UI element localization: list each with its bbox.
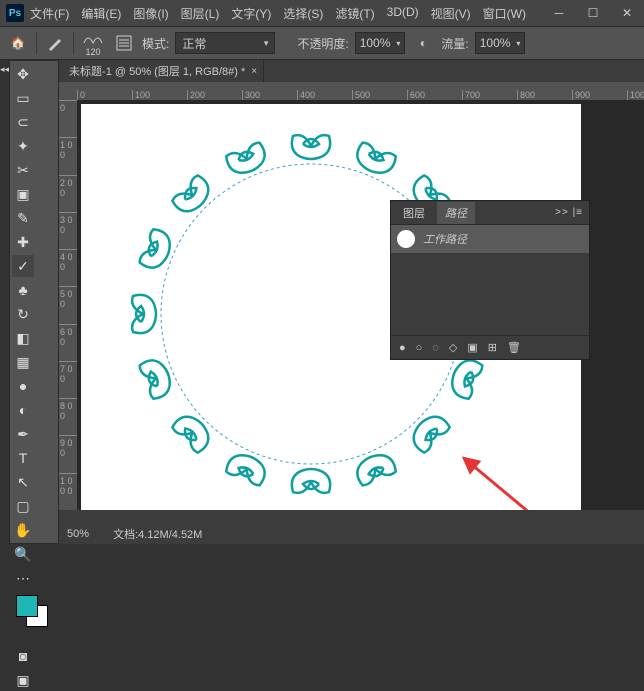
stroke-path-icon[interactable]: ○ — [416, 342, 423, 354]
flow-label: 流量: — [441, 35, 468, 52]
delete-path-icon[interactable]: 🗑 — [507, 341, 521, 354]
shape-tool[interactable]: ▢ — [12, 495, 34, 517]
fill-path-icon[interactable]: ● — [399, 342, 406, 354]
edit-toolbar[interactable]: ⋯ — [12, 567, 34, 589]
path-thumbnail — [397, 230, 415, 248]
lasso-tool[interactable]: ⊂ — [12, 111, 34, 133]
dodge-tool[interactable]: ◐ — [12, 399, 34, 421]
close-button[interactable]: ✕ — [610, 0, 644, 26]
type-tool[interactable]: T — [12, 447, 34, 469]
brush-size-label: 120 — [85, 47, 100, 57]
document-tab[interactable]: 未标题-1 @ 50% (图层 1, RGB/8#) * × — [63, 60, 264, 82]
flow-field[interactable]: 100% — [475, 32, 526, 54]
history-brush-tool[interactable]: ↻ — [12, 303, 34, 325]
zoom-tool[interactable]: 🔍 — [12, 543, 34, 565]
menu-file[interactable]: 文件(F) — [30, 5, 69, 22]
doc-info[interactable]: 文档:4.12M/4.52M — [113, 526, 202, 542]
layers-tab[interactable]: 图层 — [397, 202, 431, 224]
menu-image[interactable]: 图像(I) — [133, 5, 168, 22]
menu-view[interactable]: 视图(V) — [431, 5, 471, 22]
healing-tool[interactable]: ✚ — [12, 231, 34, 253]
gradient-tool[interactable]: ▦ — [12, 351, 34, 373]
quick-mask-toggle[interactable]: ◙ — [12, 645, 34, 667]
eraser-tool[interactable]: ◧ — [12, 327, 34, 349]
scrollbar-horizontal[interactable] — [59, 510, 644, 524]
menu-filter[interactable]: 滤镜(T) — [335, 5, 374, 22]
toolbox: ✥ ▭ ⊂ ✦ ✂ ▣ ✎ ✚ ✓ ♣ ↻ ◧ ▦ ● ◐ ✒ T ↖ ▢ ✋ … — [9, 60, 59, 544]
window-controls: ─ ☐ ✕ — [542, 0, 644, 26]
new-path-icon[interactable]: ⊞ — [488, 341, 497, 354]
ruler-horizontal[interactable]: 01002003004005006007008009001000 — [59, 82, 644, 100]
brush-tool[interactable]: ✓ — [12, 255, 34, 277]
mode-label: 模式: — [142, 35, 169, 52]
menu-3d[interactable]: 3D(D) — [387, 5, 419, 22]
left-dock-toggle[interactable]: ◂◂ — [0, 60, 9, 544]
path-to-selection-icon[interactable]: ◌ — [432, 342, 439, 354]
app-logo: Ps — [6, 4, 24, 22]
panel-menu-icon[interactable]: >> |≡ — [555, 207, 583, 218]
crop-tool[interactable]: ✂ — [12, 159, 34, 181]
add-mask-icon[interactable]: ▣ — [467, 341, 477, 354]
paths-tab[interactable]: 路径 — [437, 202, 475, 224]
stamp-tool[interactable]: ♣ — [12, 279, 34, 301]
main-menu: 文件(F) 编辑(E) 图像(I) 图层(L) 文字(Y) 选择(S) 滤镜(T… — [30, 5, 542, 22]
ruler-vertical[interactable]: 01 0 02 0 03 0 04 0 05 0 06 0 07 0 08 0 … — [59, 100, 77, 510]
move-tool[interactable]: ✥ — [12, 63, 34, 85]
hand-tool[interactable]: ✋ — [12, 519, 34, 541]
menu-window[interactable]: 窗口(W) — [483, 5, 526, 22]
eyedropper-tool[interactable]: ✎ — [12, 207, 34, 229]
home-icon[interactable]: 🏠 — [6, 31, 30, 55]
brush-preview[interactable]: 120 — [80, 29, 106, 57]
status-bar: 50% 文档:4.12M/4.52M — [59, 524, 644, 544]
zoom-level[interactable]: 50% — [67, 528, 89, 540]
screen-mode-toggle[interactable]: ▣ — [12, 669, 34, 691]
selection-to-path-icon[interactable]: ◇ — [449, 341, 457, 354]
menu-edit[interactable]: 编辑(E) — [81, 5, 121, 22]
paths-panel[interactable]: 图层 路径 >> |≡ 工作路径 ● ○ ◌ ◇ ▣ ⊞ 🗑 — [390, 200, 590, 360]
tool-preset-icon[interactable] — [43, 31, 67, 55]
frame-tool[interactable]: ▣ — [12, 183, 34, 205]
titlebar: Ps 文件(F) 编辑(E) 图像(I) 图层(L) 文字(Y) 选择(S) 滤… — [0, 0, 644, 26]
paths-footer: ● ○ ◌ ◇ ▣ ⊞ 🗑 — [391, 335, 589, 359]
opacity-field[interactable]: 100% — [355, 32, 406, 54]
tab-close-icon[interactable]: × — [251, 66, 257, 77]
brush-settings-icon[interactable] — [112, 31, 136, 55]
menu-layer[interactable]: 图层(L) — [181, 5, 220, 22]
magic-wand-tool[interactable]: ✦ — [12, 135, 34, 157]
blend-mode-select[interactable]: 正常 — [175, 32, 275, 54]
marquee-tool[interactable]: ▭ — [12, 87, 34, 109]
path-item[interactable]: 工作路径 — [391, 225, 589, 253]
document-tab-title: 未标题-1 @ 50% (图层 1, RGB/8#) * — [69, 63, 245, 79]
menu-type[interactable]: 文字(Y) — [231, 5, 271, 22]
document-tabs: 未标题-1 @ 50% (图层 1, RGB/8#) * × — [59, 60, 644, 82]
path-select-tool[interactable]: ↖ — [12, 471, 34, 493]
pressure-opacity-icon[interactable]: ◐ — [411, 31, 435, 55]
color-swatches[interactable] — [12, 595, 56, 629]
pen-tool[interactable]: ✒ — [12, 423, 34, 445]
options-bar: 🏠 120 模式: 正常 不透明度: 100% ◐ 流量: 100% — [0, 26, 644, 60]
maximize-button[interactable]: ☐ — [576, 0, 610, 26]
foreground-color[interactable] — [16, 595, 38, 617]
minimize-button[interactable]: ─ — [542, 0, 576, 26]
blur-tool[interactable]: ● — [12, 375, 34, 397]
path-name: 工作路径 — [423, 231, 467, 247]
opacity-label: 不透明度: — [297, 35, 348, 52]
menu-select[interactable]: 选择(S) — [283, 5, 323, 22]
